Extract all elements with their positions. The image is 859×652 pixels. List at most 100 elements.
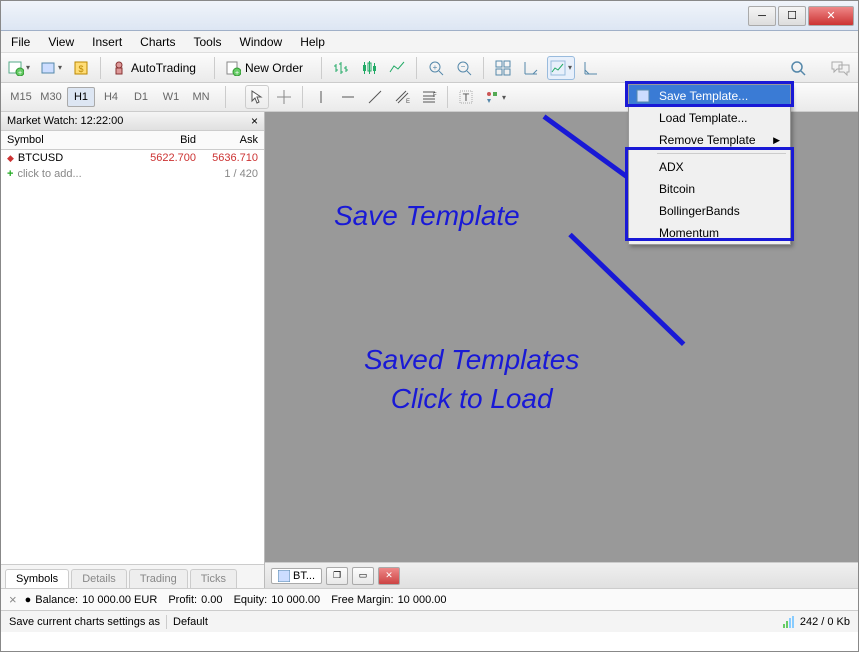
mdi-chart-tab[interactable]: BT... bbox=[271, 568, 322, 584]
template-item-bollinger[interactable]: BollingerBands bbox=[629, 200, 790, 222]
auto-scroll-button[interactable] bbox=[519, 56, 543, 80]
autotrading-button[interactable]: AutoTrading bbox=[108, 56, 207, 80]
chat-button[interactable] bbox=[828, 56, 854, 80]
tab-ticks[interactable]: Ticks bbox=[190, 569, 237, 588]
market-watch-panel: Market Watch: 12:22:00 × Symbol Bid Ask … bbox=[1, 112, 265, 588]
minimize-button[interactable]: ─ bbox=[748, 6, 776, 26]
balance-value: 10 000.00 EUR bbox=[82, 594, 157, 606]
tf-h4[interactable]: H4 bbox=[97, 87, 125, 107]
fibo-button[interactable]: F bbox=[417, 85, 441, 109]
objects-button[interactable] bbox=[481, 85, 509, 109]
annotation-save: Save Template bbox=[334, 200, 520, 232]
mdi-tab-bar: BT... ❐ ▭ ✕ bbox=[265, 562, 858, 588]
vline-button[interactable] bbox=[309, 85, 333, 109]
tab-trading[interactable]: Trading bbox=[129, 569, 188, 588]
tab-symbols[interactable]: Symbols bbox=[5, 569, 69, 588]
titlebar: ─ ☐ ✕ bbox=[1, 1, 858, 31]
tile-windows-button[interactable] bbox=[491, 56, 515, 80]
svg-text:F: F bbox=[433, 93, 437, 99]
market-watch-tabs: Symbols Details Trading Ticks bbox=[1, 564, 264, 588]
equidistant-button[interactable]: E bbox=[390, 85, 414, 109]
chart-shift-button[interactable] bbox=[547, 56, 575, 80]
svg-text:$: $ bbox=[79, 64, 84, 74]
zoom-out-button[interactable]: − bbox=[452, 56, 476, 80]
menu-view[interactable]: View bbox=[48, 35, 74, 49]
mdi-tab-label: BT... bbox=[293, 570, 315, 582]
menu-file[interactable]: File bbox=[11, 35, 30, 49]
bid-value: 5622.700 bbox=[134, 152, 196, 164]
menu-help[interactable]: Help bbox=[300, 35, 325, 49]
profiles-button[interactable] bbox=[37, 56, 65, 80]
bar-chart-button[interactable] bbox=[329, 56, 353, 80]
menu-save-template[interactable]: Save Template... bbox=[629, 85, 790, 107]
profit-value: 0.00 bbox=[201, 594, 222, 606]
menu-window[interactable]: Window bbox=[240, 35, 283, 49]
tf-mn[interactable]: MN bbox=[187, 87, 215, 107]
balance-label: Balance: bbox=[35, 594, 78, 606]
tf-w1[interactable]: W1 bbox=[157, 87, 185, 107]
svg-text:T: T bbox=[463, 92, 470, 104]
status-bar: Save current charts settings as Default … bbox=[1, 610, 858, 632]
market-watch-add-row[interactable]: + click to add... 1 / 420 bbox=[1, 166, 264, 182]
crosshair-button[interactable] bbox=[272, 85, 296, 109]
template-item-adx[interactable]: ADX bbox=[629, 156, 790, 178]
svg-text:+: + bbox=[18, 70, 22, 76]
maximize-button[interactable]: ☐ bbox=[778, 6, 806, 26]
cursor-button[interactable] bbox=[245, 85, 269, 109]
line-chart-button[interactable] bbox=[385, 56, 409, 80]
col-ask[interactable]: Ask bbox=[202, 131, 264, 149]
zoom-in-button[interactable]: + bbox=[424, 56, 448, 80]
candle-chart-button[interactable] bbox=[357, 56, 381, 80]
symbol-count: 1 / 420 bbox=[196, 168, 258, 180]
status-profile[interactable]: Default bbox=[173, 616, 208, 628]
search-button[interactable] bbox=[786, 56, 810, 80]
template-item-bitcoin[interactable]: Bitcoin bbox=[629, 178, 790, 200]
equity-value: 10 000.00 bbox=[271, 594, 320, 606]
mdi-close-button[interactable]: ✕ bbox=[378, 567, 400, 585]
svg-text:−: − bbox=[461, 62, 466, 71]
tf-m30[interactable]: M30 bbox=[37, 87, 65, 107]
new-chart-button[interactable]: + bbox=[5, 56, 33, 80]
main-toolbar: + $ AutoTrading + New Order + − bbox=[1, 53, 858, 83]
menu-charts[interactable]: Charts bbox=[140, 35, 175, 49]
trendline-button[interactable] bbox=[363, 85, 387, 109]
menu-load-template[interactable]: Load Template... bbox=[629, 107, 790, 129]
connection-icon: ● bbox=[25, 594, 32, 606]
mdi-minimize-button[interactable]: ▭ bbox=[352, 567, 374, 585]
app-icon bbox=[5, 8, 21, 24]
menu-insert[interactable]: Insert bbox=[92, 35, 122, 49]
svg-text:+: + bbox=[235, 70, 239, 76]
menu-tools[interactable]: Tools bbox=[194, 35, 222, 49]
menu-remove-template[interactable]: Remove Template▶ bbox=[629, 129, 790, 151]
annotation-saved: Saved Templates Click to Load bbox=[364, 340, 579, 418]
tab-details[interactable]: Details bbox=[71, 569, 127, 588]
equity-label: Equity: bbox=[234, 594, 268, 606]
market-watch-close-icon[interactable]: × bbox=[251, 114, 258, 128]
market-watch-button[interactable]: $ bbox=[69, 56, 93, 80]
mdi-restore-button[interactable]: ❐ bbox=[326, 567, 348, 585]
indicators-button[interactable] bbox=[579, 56, 603, 80]
market-watch-header: Symbol Bid Ask bbox=[1, 131, 264, 150]
col-symbol[interactable]: Symbol bbox=[1, 131, 140, 149]
status-traffic[interactable]: 242 / 0 Kb bbox=[800, 616, 850, 628]
template-dropdown-menu: Save Template... Load Template... Remove… bbox=[628, 84, 791, 245]
template-item-momentum[interactable]: Momentum bbox=[629, 222, 790, 244]
market-watch-row[interactable]: ◆BTCUSD 5622.700 5636.710 bbox=[1, 150, 264, 166]
tf-m15[interactable]: M15 bbox=[7, 87, 35, 107]
close-button[interactable]: ✕ bbox=[808, 6, 854, 26]
terminal-bar: × ● Balance: 10 000.00 EUR Profit: 0.00 … bbox=[1, 588, 858, 610]
col-bid[interactable]: Bid bbox=[140, 131, 202, 149]
plus-icon: + bbox=[7, 168, 13, 180]
autotrading-label: AutoTrading bbox=[127, 61, 200, 75]
profit-label: Profit: bbox=[168, 594, 197, 606]
text-button[interactable]: T bbox=[454, 85, 478, 109]
svg-text:+: + bbox=[433, 63, 438, 72]
margin-value: 10 000.00 bbox=[398, 594, 447, 606]
tf-d1[interactable]: D1 bbox=[127, 87, 155, 107]
hline-button[interactable] bbox=[336, 85, 360, 109]
new-order-button[interactable]: + New Order bbox=[222, 56, 314, 80]
terminal-close-icon[interactable]: × bbox=[9, 592, 17, 607]
menubar: File View Insert Charts Tools Window Hel… bbox=[1, 31, 858, 53]
tf-h1[interactable]: H1 bbox=[67, 87, 95, 107]
new-order-label: New Order bbox=[241, 61, 307, 75]
